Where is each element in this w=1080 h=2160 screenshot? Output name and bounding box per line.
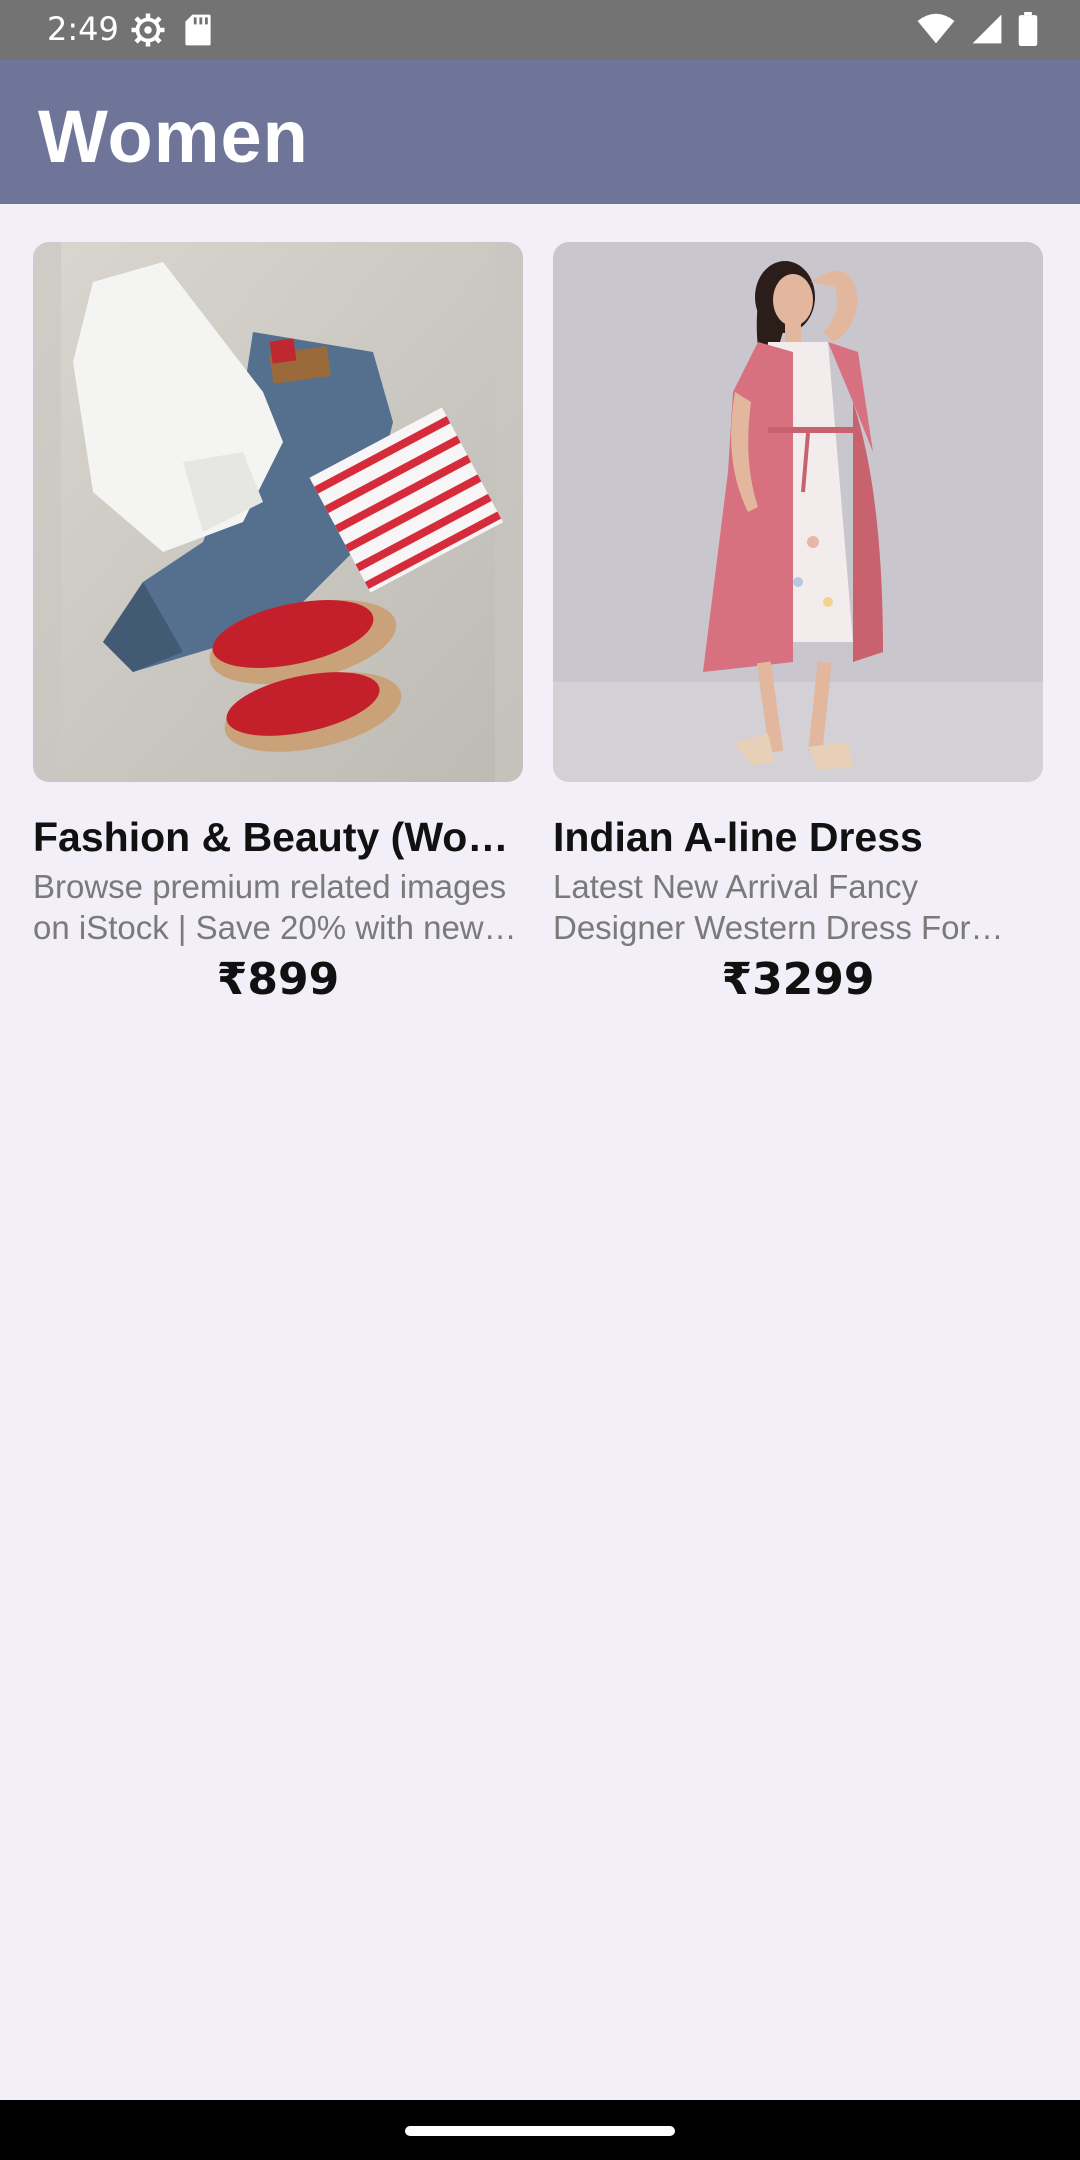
app-bar: Women xyxy=(0,60,1080,204)
wifi-icon xyxy=(916,13,956,50)
model-in-pink-dress-photo xyxy=(553,242,1043,782)
product-title: Fashion & Beauty (Women) xyxy=(33,814,523,860)
flatlay-outfit-photo xyxy=(33,242,523,782)
product-price: ₹899 xyxy=(216,954,340,1005)
sd-card-icon xyxy=(184,13,212,52)
battery-icon xyxy=(1018,12,1038,51)
product-title: Indian A-line Dress xyxy=(553,814,923,860)
product-description: Browse premium related images on iStock … xyxy=(33,868,507,946)
product-price: ₹3299 xyxy=(721,954,875,1005)
product-card[interactable]: Indian A-line Dress Latest New Arrival F… xyxy=(553,242,1043,1005)
product-image[interactable] xyxy=(553,242,1043,782)
product-image[interactable] xyxy=(33,242,523,782)
settings-icon xyxy=(130,12,166,53)
navigation-bar xyxy=(0,2100,1080,2160)
home-gesture-handle[interactable] xyxy=(405,2126,675,2136)
product-card[interactable]: Fashion & Beauty (Women) Browse premium … xyxy=(33,242,523,1005)
page-title: Women xyxy=(38,95,309,178)
product-description: Latest New Arrival Fancy Designer Wester… xyxy=(553,868,971,946)
signal-icon xyxy=(970,13,1004,50)
status-time: 2:49 xyxy=(47,10,119,48)
status-bar: 2:49 xyxy=(0,0,1080,60)
